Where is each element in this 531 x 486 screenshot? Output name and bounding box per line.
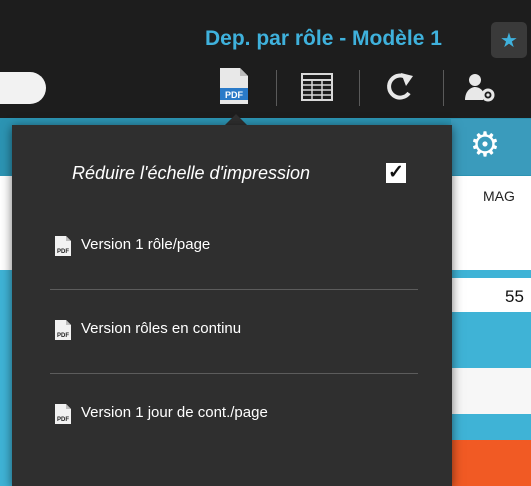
refresh-button[interactable] [382,66,418,106]
cell-value: 55 [505,287,524,306]
row-edge [0,272,12,486]
settings-button[interactable]: ⚙ [451,119,531,175]
pdf-file-icon: PDF [52,235,74,257]
pdf-icon-text: PDF [225,90,244,100]
svg-text:PDF: PDF [57,333,69,339]
toolbar-separator [443,70,444,106]
page-title: Dep. par rôle - Modèle 1 [205,27,442,50]
user-settings-button[interactable] [462,66,498,106]
menu-item-label: Version rôles en continu [81,320,242,337]
menu-item-label: Version 1 jour de cont./page [81,404,268,421]
favorite-button[interactable]: ★ [491,22,527,58]
table-view-button[interactable] [299,66,335,106]
menu-divider [50,289,418,290]
pdf-export-icon: PDF [220,68,248,104]
pdf-file-icon: PDF [52,403,74,425]
pdf-file-icon: PDF [52,319,74,341]
user-settings-icon [465,74,495,102]
column-header: MAG [483,188,515,204]
scale-option-label: Réduire l'échelle d'impression [72,163,310,183]
toolbar-separator [276,70,277,106]
checkmark-icon: ✓ [388,162,404,183]
svg-text:PDF: PDF [57,417,69,423]
scale-checkbox[interactable]: ✓ [386,162,406,183]
table-icon [301,73,333,101]
pdf-export-button[interactable]: PDF [216,66,252,106]
toolbar-separator [359,70,360,106]
top-bar [0,0,531,122]
star-icon: ★ [500,30,518,52]
menu-item-label: Version 1 rôle/page [81,236,211,253]
menu-divider [50,373,418,374]
svg-text:PDF: PDF [57,249,69,255]
refresh-icon [387,73,413,100]
gear-icon: ⚙ [469,126,501,164]
search-input[interactable] [0,72,46,104]
